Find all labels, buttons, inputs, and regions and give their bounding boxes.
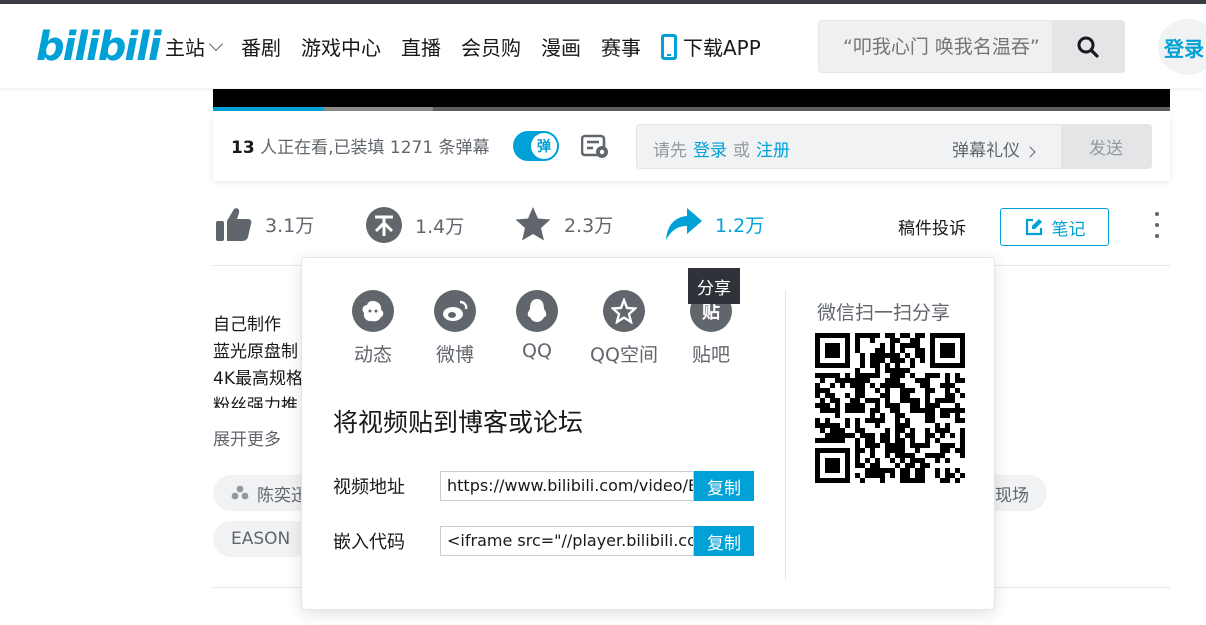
weibo-icon [434,290,476,332]
danmaku-input[interactable]: 请先 登录或注册 弹幕礼仪 发送 [636,124,1152,169]
nav-label: 赛事 [601,36,641,60]
share-arrow-icon [666,208,702,240]
login-button[interactable]: 登录 [1158,19,1206,75]
nav-item-main[interactable]: 主站 [165,32,224,61]
video-description: 自己制作 蓝光原盘制 4K最高规格 粉丝强力推 [213,312,303,408]
nav-item-manga[interactable]: 漫画 [541,32,581,61]
site-header: bilibili 主站 番剧 游戏中心 直播 会员购 漫画 赛事 下载APP 登… [0,4,1206,88]
danmaku-login-hint: 请先 登录或注册 [653,136,796,161]
video-url-label: 视频地址 [333,477,405,498]
nav-label: 番剧 [241,36,281,60]
search-input[interactable] [819,21,1054,72]
description-line: 蓝光原盘制 [213,342,298,362]
tag-label: EASON [231,529,291,549]
embed-code-field[interactable]: <iframe src="//player.bilibili.com/playe… [440,526,694,556]
nav-item-shop[interactable]: 会员购 [461,32,521,61]
tag-chip[interactable]: EASON [213,521,313,557]
hint-register-link[interactable]: 注册 [756,141,790,161]
description-line: 4K最高规格 [213,369,303,389]
share-button[interactable]: 1.2万 [665,206,764,242]
people-icon [231,485,249,500]
nav-label: 漫画 [541,36,581,60]
star-icon [515,207,551,241]
share-target-label: 贴吧 [691,344,730,366]
embed-code-label: 嵌入代码 [333,532,405,553]
like-count: 3.1万 [265,214,315,237]
expand-description-link[interactable]: 展开更多 [213,425,281,450]
danmaku-bar: 13 人正在看,已装填 1271 条弹幕 弹 请先 登录或注册 弹幕礼仪 发送 [213,111,1170,181]
nav-label: 主站 [165,36,205,60]
search-icon [1077,36,1099,58]
wechat-share-title: 微信扫一扫分享 [817,302,951,324]
nav-item-esports[interactable]: 赛事 [601,32,641,61]
video-toolbar: 3.1万 1.4万 2.3万 1.2万 稿件投诉 笔记 [213,198,1170,254]
copy-embed-button[interactable]: 复制 [694,526,754,556]
video-url-field[interactable]: https://www.bilibili.com/video/BV [440,471,694,501]
viewer-status: 13 人正在看,已装填 1271 条弹幕 [231,133,490,158]
share-target-label: QQ空间 [590,344,658,366]
coin-count: 1.4万 [415,215,465,238]
report-link[interactable]: 稿件投诉 [898,214,966,239]
share-target-label: 动态 [353,344,392,366]
note-button[interactable]: 笔记 [1000,208,1109,246]
share-target-dynamic[interactable]: 动态 [332,290,414,367]
popup-divider [785,290,786,580]
description-line: 自己制作 [213,315,281,335]
coin-icon [366,207,402,243]
nav-label: 会员购 [461,36,521,60]
share-target-label: QQ [522,340,552,362]
chevron-down-icon [208,36,224,51]
search-button[interactable] [1052,21,1124,72]
chevron-right-icon [1024,146,1036,158]
embed-section-title: 将视频贴到博客或论坛 [333,408,584,437]
nav-label: 直播 [401,36,441,60]
etiquette-label: 弹幕礼仪 [952,141,1020,161]
copy-url-button[interactable]: 复制 [694,471,754,501]
more-options-icon[interactable] [1153,212,1161,238]
qq-icon [516,290,558,332]
danmaku-toggle-knob: 弹 [531,133,557,159]
thumbs-up-icon [216,208,252,241]
share-target-qq[interactable]: QQ [496,290,578,367]
viewer-text: 人正在看,已装填 1271 条弹幕 [254,138,490,158]
share-count: 1.2万 [715,214,765,237]
nav-item-game-center[interactable]: 游戏中心 [301,32,381,61]
hint-prefix: 请先 [653,141,687,161]
nav-item-live[interactable]: 直播 [401,32,441,61]
nav-item-download-app[interactable]: 下载APP [661,32,761,61]
share-target-qzone[interactable]: QQ空间 [578,290,670,367]
danmaku-toggle[interactable]: 弹 [513,131,559,161]
coin-button[interactable]: 1.4万 [365,206,464,244]
hint-login-link[interactable]: 登录 [693,141,727,161]
nav-item-anime[interactable]: 番剧 [241,32,281,61]
hint-or: 或 [733,141,750,161]
like-button[interactable]: 3.1万 [215,206,314,242]
nav-label: 下载APP [683,36,761,60]
edit-icon [1025,218,1042,236]
phone-icon [661,33,677,60]
share-target-label: 微博 [435,344,474,366]
wechat-qr-code [815,333,965,483]
danmaku-etiquette-link[interactable]: 弹幕礼仪 [952,136,1036,161]
bilibili-logo[interactable]: bilibili [36,24,162,70]
qzone-icon [603,290,645,332]
search-bar [818,20,1125,73]
share-tooltip: 分享 [688,268,740,304]
viewer-count: 13 [231,138,255,158]
favorite-button[interactable]: 2.3万 [514,206,613,242]
send-button[interactable]: 发送 [1061,125,1151,168]
share-target-weibo[interactable]: 微博 [414,290,496,367]
main-nav: 主站 番剧 游戏中心 直播 会员购 漫画 赛事 下载APP [165,32,781,61]
danmaku-settings-icon[interactable] [581,133,611,161]
note-label: 笔记 [1051,219,1086,240]
nav-label: 游戏中心 [301,36,381,60]
share-popup: 动态 微博 QQ QQ空间 贴 贴吧 将视频贴到博客或论坛 视频地址 https… [301,257,995,610]
dynamic-icon [352,290,394,332]
video-player[interactable] [213,89,1170,109]
favorite-count: 2.3万 [564,214,614,237]
tag-label: 现场 [995,485,1029,506]
description-line: 粉丝强力推 [213,396,298,408]
